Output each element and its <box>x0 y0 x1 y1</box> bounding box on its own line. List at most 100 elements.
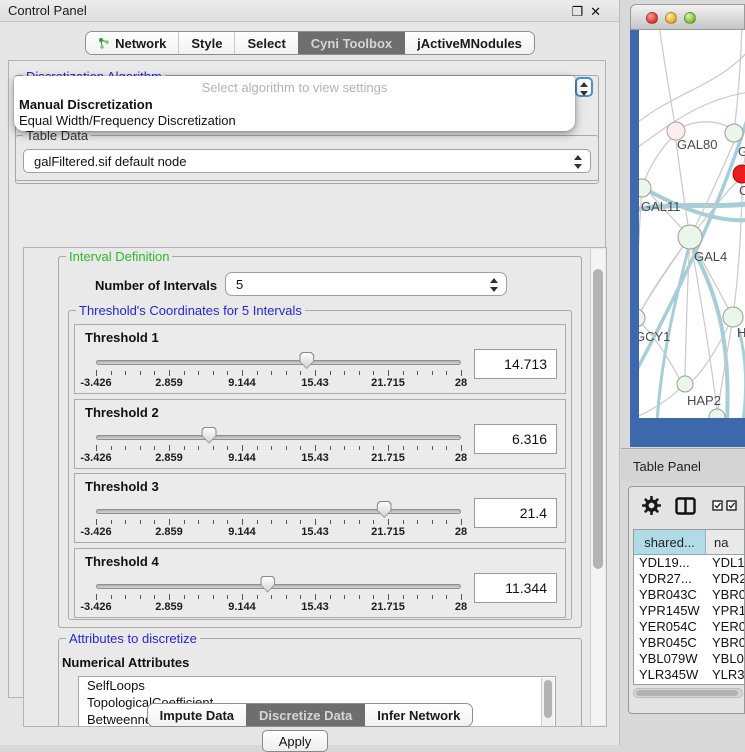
threshold-slider-track[interactable] <box>96 584 461 589</box>
algorithm-combo-spinner[interactable] <box>575 77 593 97</box>
node-label: HAP2 <box>687 393 721 408</box>
tab-discretize-data[interactable]: Discretize Data <box>246 704 364 726</box>
select-all-checkbox-icon[interactable] <box>712 500 723 511</box>
cell-shared-name: YBR043C <box>634 587 706 603</box>
slider-tick-labels: -3.4262.8599.14415.4321.71528 <box>96 601 461 613</box>
mac-minimize-icon[interactable] <box>665 12 677 24</box>
close-icon[interactable]: ✕ <box>590 4 601 20</box>
cell-shared-name: YLR345W <box>634 667 706 683</box>
panel-vertical-scrollbar[interactable] <box>590 249 605 725</box>
control-panel-titlebar: Control Panel ❐ ✕ <box>0 0 619 22</box>
bottom-tabstrip: Impute Data Discretize Data Infer Network <box>0 703 620 727</box>
attribute-list-item[interactable]: SelfLoops <box>79 677 555 694</box>
threshold-slider-track[interactable] <box>96 435 461 440</box>
columns-layout-icon[interactable] <box>675 497 696 515</box>
table-row[interactable]: YER054CYER0 <box>634 619 745 635</box>
tab-style[interactable]: Style <box>178 32 234 54</box>
slider-ticks <box>96 445 461 451</box>
cell-name: YBR0 <box>706 635 745 651</box>
attributes-group-label: Attributes to discretize <box>66 631 200 646</box>
network-node-gcy1[interactable] <box>639 309 645 327</box>
threshold-slider-thumb[interactable] <box>260 576 275 593</box>
spinner-arrows-icon <box>580 81 589 97</box>
tab-label: Impute Data <box>160 708 234 723</box>
table-data-value: galFiltered.sif default node <box>34 154 186 169</box>
number-of-intervals-label: Number of Intervals <box>95 278 217 293</box>
table-panel-title: Table Panel <box>633 459 701 474</box>
table-row[interactable]: YBR043CYBR0 <box>634 587 745 603</box>
tab-infer-network[interactable]: Infer Network <box>364 704 472 726</box>
slider-tick-labels: -3.4262.8599.14415.4321.71528 <box>96 377 461 389</box>
mac-zoom-icon[interactable] <box>684 12 696 24</box>
tab-impute-data[interactable]: Impute Data <box>148 704 246 726</box>
table-row[interactable]: YLR345WYLR3 <box>634 667 745 683</box>
algorithm-option-manual[interactable]: Manual Discretization <box>19 97 153 112</box>
tab-label: Network <box>115 36 166 51</box>
threshold-panel-1: Threshold 1 -3.4262.8599.14415.4321.71528… <box>74 324 566 394</box>
cell-name: YDL1 <box>706 555 745 571</box>
threshold-slider-thumb[interactable] <box>377 501 392 518</box>
tab-network[interactable]: Network <box>86 32 178 54</box>
cell-shared-name: YBL079W <box>634 651 706 667</box>
node-label: H <box>737 325 745 340</box>
table-row[interactable]: YBL079WYBL0 <box>634 651 745 667</box>
table-toolbar <box>629 487 744 525</box>
network-canvas[interactable]: GAL80GACGAL11GAL4GCY1HHAP2 <box>639 30 745 418</box>
tab-jactivemnodules[interactable]: jActiveMNodules <box>404 32 534 54</box>
threshold-slider-track[interactable] <box>96 509 461 514</box>
cell-shared-name: YER054C <box>634 619 706 635</box>
threshold-value-input[interactable]: 11.344 <box>474 573 557 603</box>
network-window-titlebar[interactable] <box>630 4 745 30</box>
float-window-icon[interactable]: ❐ <box>571 4 583 20</box>
slider-ticks <box>96 594 461 600</box>
number-of-intervals-spinner[interactable]: 5 <box>225 272 507 296</box>
threshold-slider-thumb[interactable] <box>202 427 217 444</box>
tab-label: Select <box>247 36 285 51</box>
spinner-arrows-icon <box>490 277 499 293</box>
threshold-slider-thumb[interactable] <box>299 352 314 369</box>
table-data-combobox[interactable]: galFiltered.sif default node <box>23 149 591 173</box>
threshold-label: Threshold 2 <box>85 405 159 420</box>
network-node-h[interactable] <box>723 307 743 327</box>
control-panel-title: Control Panel <box>8 3 87 18</box>
column-header-name[interactable]: na <box>706 530 745 554</box>
threshold-value-input[interactable]: 21.4 <box>474 498 557 528</box>
cell-name: YER0 <box>706 619 745 635</box>
threshold-slider-track[interactable] <box>96 360 461 365</box>
threshold-label: Threshold 1 <box>85 330 159 345</box>
table-row[interactable]: YIL052CYIL0 <box>634 683 745 685</box>
table-row[interactable]: YBR045CYBR0 <box>634 635 745 651</box>
tab-select[interactable]: Select <box>234 32 297 54</box>
tab-cyni-toolbox[interactable]: Cyni Toolbox <box>298 32 404 54</box>
spinner-arrows-icon <box>574 154 583 170</box>
table-horizontal-scrollbar[interactable] <box>633 688 743 698</box>
algorithm-option-equal-width[interactable]: Equal Width/Frequency Discretization <box>19 113 236 128</box>
threshold-label: Threshold 3 <box>85 479 159 494</box>
algorithm-dropdown-popup: Select algorithm to view settings Manual… <box>14 76 575 131</box>
network-node-hap2[interactable] <box>677 376 693 392</box>
network-node-ga[interactable] <box>725 124 743 142</box>
table-row[interactable]: YDL19...YDL1 <box>634 555 745 571</box>
tab-label: jActiveMNodules <box>417 36 522 51</box>
network-node-c[interactable] <box>733 165 745 183</box>
threshold-value-input[interactable]: 6.316 <box>474 424 557 454</box>
gear-icon[interactable] <box>642 496 661 515</box>
tab-label: Infer Network <box>377 708 460 723</box>
column-header-shared-name[interactable]: shared... <box>634 530 706 554</box>
cell-name: YLR3 <box>706 667 745 683</box>
table-row[interactable]: YDR27...YDR2 <box>634 571 745 587</box>
algorithm-placeholder-option[interactable]: Select algorithm to view settings <box>14 80 575 95</box>
threshold-value-input[interactable]: 14.713 <box>474 349 557 379</box>
network-node[interactable] <box>709 409 725 418</box>
unselect-all-checkbox-icon[interactable] <box>726 500 737 511</box>
apply-button[interactable]: Apply <box>262 730 328 752</box>
mac-close-icon[interactable] <box>646 12 658 24</box>
screen: Control Panel ❐ ✕ Network Style Select Cyni… <box>0 0 745 745</box>
slider-tick-labels: -3.4262.8599.14415.4321.71528 <box>96 452 461 464</box>
network-view-window: GAL80GACGAL11GAL4GCY1HHAP2 <box>630 4 745 447</box>
table-row[interactable]: YPR145WYPR1 <box>634 603 745 619</box>
network-node-gal11[interactable] <box>639 179 651 197</box>
network-node-gal4[interactable] <box>678 225 702 249</box>
cell-shared-name: YIL052C <box>634 683 706 685</box>
cell-shared-name: YPR145W <box>634 603 706 619</box>
